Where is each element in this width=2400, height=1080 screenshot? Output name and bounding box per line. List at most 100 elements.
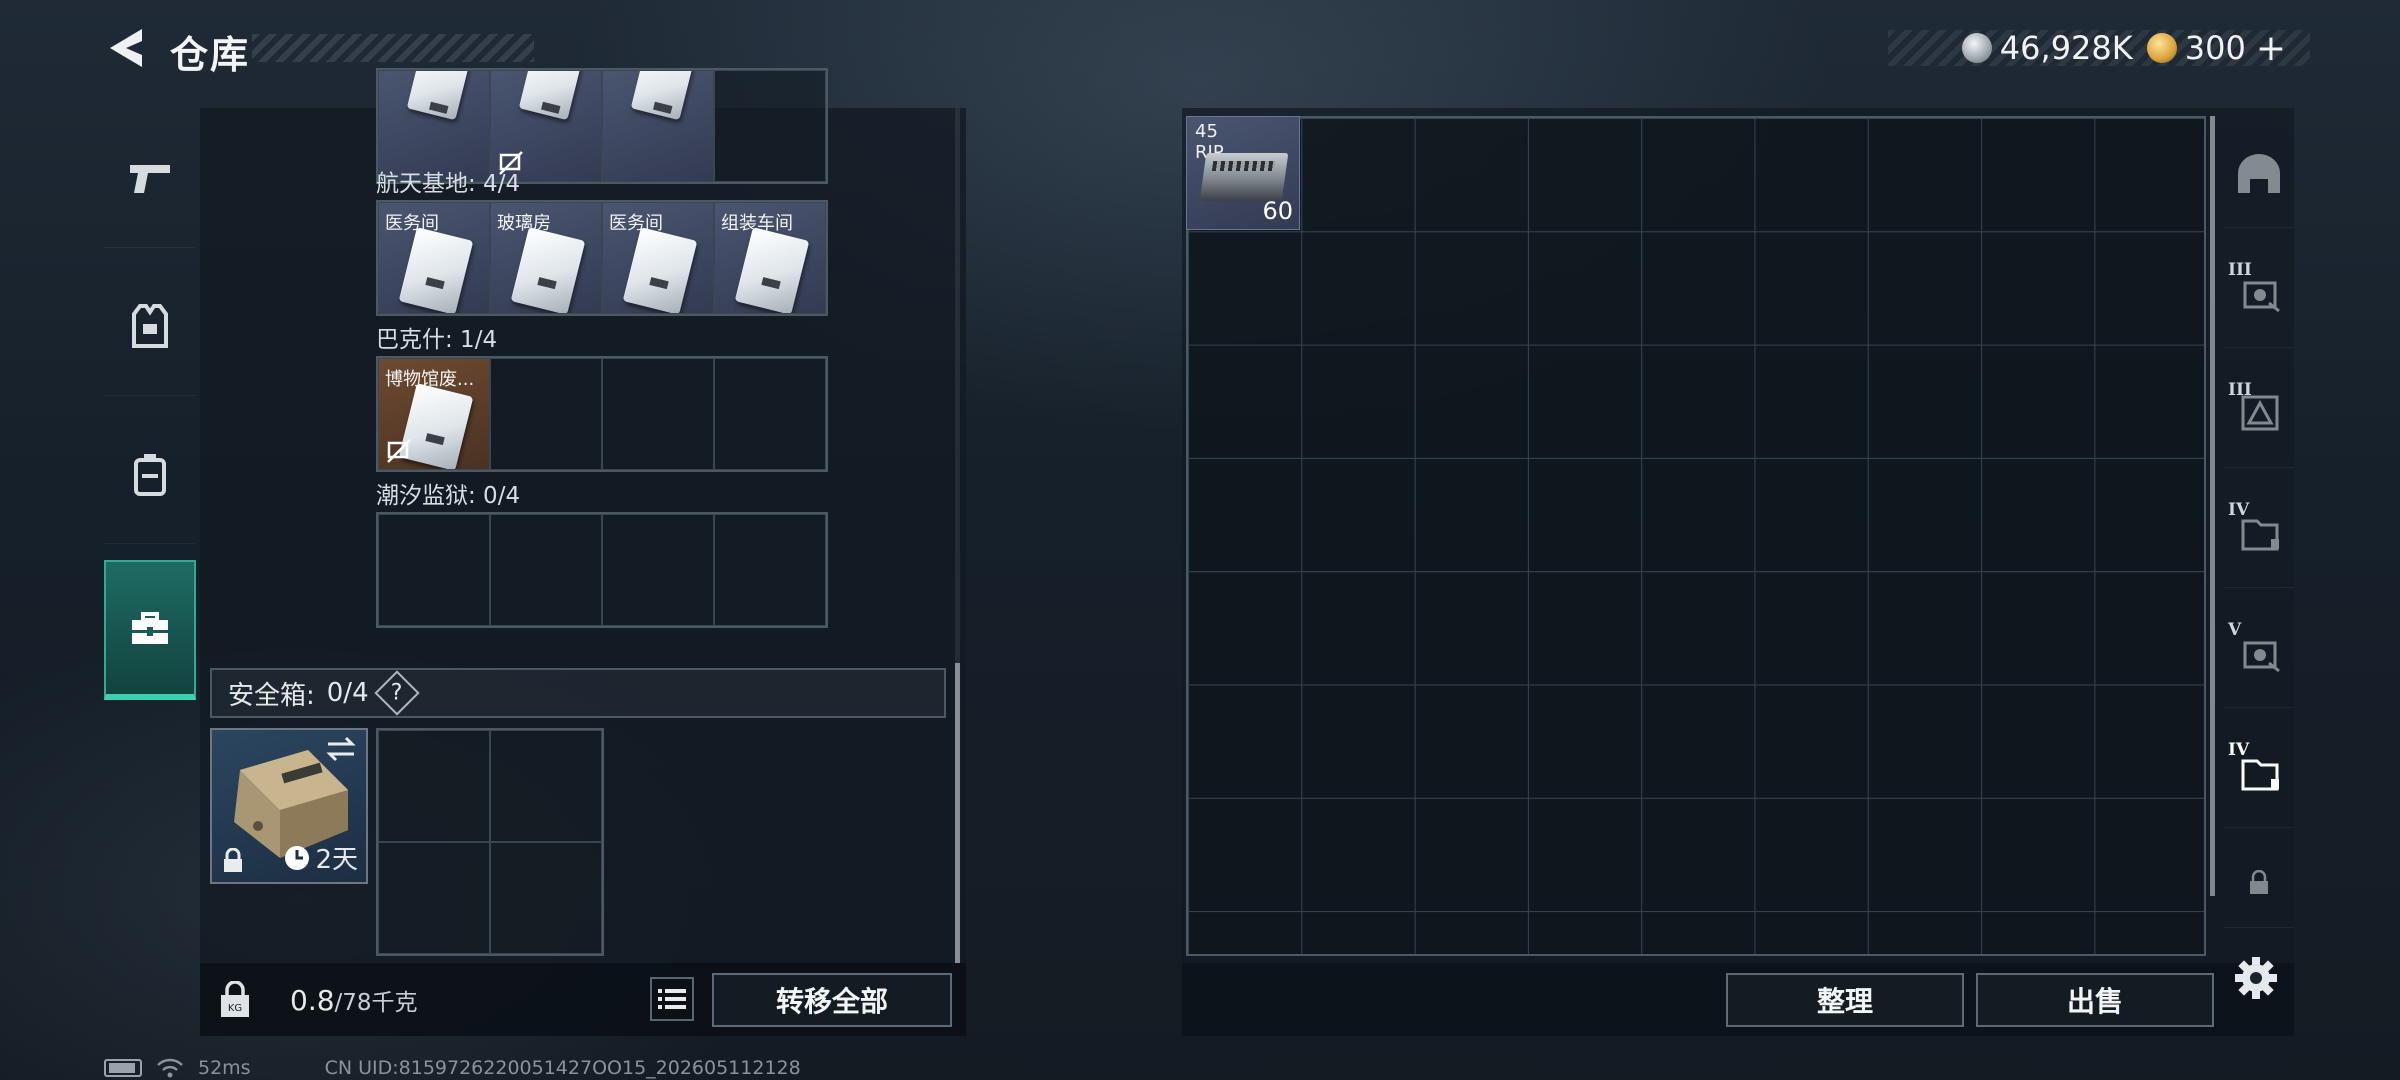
backpack-icon — [134, 453, 166, 496]
safe-box-item[interactable]: 2天 — [210, 728, 368, 884]
tab-tier-4-folder-active[interactable]: IV — [2224, 718, 2294, 828]
help-icon: ? — [390, 680, 403, 706]
keycard-image — [630, 71, 694, 121]
weight-lock-button[interactable]: KG — [200, 963, 270, 1036]
keycard-image — [734, 227, 810, 313]
nav-armor[interactable] — [104, 256, 196, 396]
tab-tier-5-keycards[interactable]: V — [2224, 598, 2294, 708]
svg-text:KG: KG — [228, 1003, 242, 1014]
keycards-icon — [2243, 641, 2280, 672]
back-button[interactable] — [100, 22, 150, 74]
gold-coin-icon — [2146, 33, 2177, 63]
sell-button[interactable]: 出售 — [1976, 973, 2214, 1027]
keycard-image — [398, 227, 474, 313]
page-title: 仓库 — [170, 33, 251, 77]
keycards-icon — [2243, 281, 2280, 312]
section-label-tidal-prison: 潮汐监狱: 0/4 — [376, 483, 521, 509]
gold-currency[interactable]: 300 + — [2146, 28, 2286, 69]
folder-icon — [2241, 519, 2279, 550]
empty-slot[interactable] — [490, 358, 602, 470]
nav-backpack[interactable] — [104, 404, 196, 544]
empty-slot[interactable] — [378, 514, 490, 626]
uid-text: CN UID:8159726220051427OO15_202605112128 — [324, 1057, 801, 1079]
empty-slot[interactable] — [490, 842, 602, 954]
empty-slot[interactable] — [714, 358, 826, 470]
safe-box-count: 0/4 — [326, 678, 369, 708]
tier-label: IV — [2228, 740, 2250, 760]
duration-text: 2天 — [315, 845, 358, 875]
list-view-button[interactable] — [650, 977, 694, 1021]
battery-icon — [104, 1059, 142, 1077]
stash-grid[interactable] — [1186, 116, 2206, 956]
duration-badge: 2天 — [283, 839, 358, 876]
toolbox-icon — [132, 612, 168, 644]
helmet-icon — [2238, 153, 2280, 193]
empty-slot[interactable] — [714, 514, 826, 626]
keycard-slot[interactable]: 医务间 — [602, 202, 714, 314]
silver-amount: 46,928K — [1999, 29, 2133, 67]
ammo-box-image — [1199, 153, 1289, 201]
swap-icon[interactable] — [324, 736, 358, 762]
ammo-count: 60 — [1262, 197, 1293, 225]
weight-max: /78千克 — [334, 989, 418, 1016]
stash-scrollbar[interactable] — [2210, 116, 2215, 896]
currency-bar: 46,928K 300 + — [1888, 28, 2310, 69]
scrollbar-thumb[interactable] — [955, 663, 960, 963]
tab-tier-3-keycards[interactable]: III — [2224, 238, 2294, 348]
keycard-slot[interactable]: 组装车间 — [714, 202, 826, 314]
keycard-grid-aerospace: 医务间 玻璃房 医务间 组装车间 — [376, 200, 828, 316]
inventory-footer: KG 0.8/78千克 转移全部 — [200, 963, 966, 1036]
nav-toolbox[interactable] — [104, 560, 196, 700]
empty-slot[interactable] — [602, 514, 714, 626]
settings-button[interactable] — [2228, 950, 2284, 1006]
tab-tier-3-vest[interactable]: III — [2224, 358, 2294, 468]
safe-box-grid — [376, 728, 604, 956]
weight-lock-icon: KG — [221, 980, 249, 1017]
silver-coin-icon — [1961, 33, 1992, 63]
tab-helmet[interactable] — [2224, 118, 2294, 228]
keycard-image — [406, 71, 470, 121]
stash-panel: 45 RIP 60 整理 出售 — [1182, 108, 2294, 1036]
gear-icon — [2235, 957, 2277, 999]
tab-lock[interactable] — [2224, 838, 2294, 928]
back-arrow-icon — [110, 29, 142, 67]
keycard-image — [622, 227, 698, 313]
keycard-slot[interactable]: 玻璃房 — [490, 202, 602, 314]
section-label-aerospace: 航天基地: 4/4 — [376, 171, 521, 197]
keycard-image — [510, 227, 586, 313]
empty-slot[interactable] — [602, 358, 714, 470]
tab-tier-4-folder[interactable]: IV — [2224, 478, 2294, 588]
safe-box-label: 安全箱: — [228, 680, 315, 711]
vest-icon — [132, 303, 168, 348]
empty-slot[interactable] — [378, 730, 490, 842]
keycard-slot[interactable] — [602, 70, 714, 182]
empty-slot[interactable] — [378, 842, 490, 954]
safe-box-header: 安全箱: 0/4 ? — [210, 668, 946, 718]
empty-slot[interactable] — [714, 70, 826, 182]
keycard-slot[interactable]: 博物馆废... — [378, 358, 490, 470]
list-icon — [658, 989, 686, 1009]
ping-text: 52ms — [198, 1057, 251, 1079]
wifi-icon — [157, 1058, 183, 1078]
sort-button[interactable]: 整理 — [1726, 973, 1964, 1027]
stash-footer: 整理 出售 — [1182, 963, 2294, 1036]
left-nav — [104, 108, 196, 708]
keycard-image — [518, 71, 582, 121]
lock-icon — [224, 848, 242, 872]
gold-amount: 300 — [2184, 29, 2246, 67]
help-button[interactable]: ? — [373, 670, 420, 716]
nav-weapons[interactable] — [104, 108, 196, 248]
transfer-all-button[interactable]: 转移全部 — [712, 973, 952, 1027]
warning-box-icon — [2241, 395, 2279, 430]
pistol-icon — [130, 164, 170, 193]
empty-slot[interactable] — [490, 730, 602, 842]
keycard-grid-bakhsh: 博物馆废... — [376, 356, 828, 472]
add-gold-button[interactable]: + — [2256, 28, 2286, 69]
keycard-slot[interactable]: 医务间 — [378, 202, 490, 314]
silver-currency: 46,928K — [1961, 29, 2133, 67]
weight-display: 0.8/78千克 — [290, 983, 418, 1017]
ammo-item-slot[interactable]: 45 RIP 60 — [1186, 116, 1300, 230]
clock-icon — [285, 845, 310, 870]
empty-slot[interactable] — [490, 514, 602, 626]
padlock-icon — [2250, 869, 2268, 894]
